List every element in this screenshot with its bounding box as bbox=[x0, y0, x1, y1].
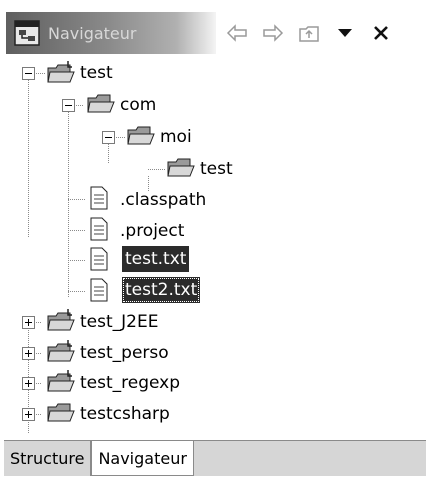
tree-connector bbox=[148, 169, 166, 170]
navigator-view: Navigateur test com moi test .classpath … bbox=[0, 0, 430, 477]
forward-button[interactable] bbox=[258, 18, 288, 48]
tree-connector bbox=[68, 199, 86, 200]
tree-item-test-txt[interactable]: test.txt bbox=[122, 246, 190, 272]
project-folder-icon bbox=[46, 308, 76, 339]
file-icon bbox=[90, 217, 108, 246]
tab-navigateur[interactable]: Navigateur bbox=[91, 441, 194, 476]
tree-connector bbox=[68, 112, 69, 298]
tree-connector bbox=[28, 80, 29, 238]
view-tab[interactable]: Navigateur bbox=[6, 12, 176, 54]
tree-connector bbox=[114, 137, 126, 138]
back-icon bbox=[226, 24, 248, 42]
expand-toggle[interactable] bbox=[22, 408, 35, 421]
tree-item-classpath[interactable]: .classpath bbox=[118, 187, 208, 213]
folder-icon bbox=[86, 92, 116, 121]
collapse-toggle[interactable] bbox=[62, 99, 75, 112]
tree-item-test2-txt[interactable]: test2.txt bbox=[122, 277, 201, 303]
tree-connector bbox=[68, 291, 86, 292]
file-icon bbox=[90, 278, 108, 307]
tree-connector bbox=[68, 260, 86, 261]
up-icon bbox=[298, 23, 320, 43]
tree-item-moi[interactable]: moi bbox=[158, 124, 194, 150]
tree-item-test-j2ee[interactable]: test_J2EE bbox=[78, 309, 160, 335]
project-tree: test com moi test .classpath .project te… bbox=[0, 60, 430, 438]
tree-connector bbox=[108, 144, 109, 164]
tree-item-com[interactable]: com bbox=[118, 92, 158, 118]
tree-item-test[interactable]: test bbox=[78, 60, 115, 86]
collapse-toggle[interactable] bbox=[22, 67, 35, 80]
expand-toggle[interactable] bbox=[22, 347, 35, 360]
project-folder-icon bbox=[46, 60, 76, 91]
tree-item-project[interactable]: .project bbox=[118, 218, 186, 244]
folder-icon bbox=[126, 124, 156, 153]
project-folder-icon bbox=[46, 369, 76, 400]
tree-item-test-perso[interactable]: test_perso bbox=[78, 340, 171, 366]
view-title: Navigateur bbox=[48, 23, 137, 43]
view-menu-button[interactable] bbox=[330, 18, 360, 48]
title-fade bbox=[176, 12, 216, 54]
tree-item-test-regexp[interactable]: test_regexp bbox=[78, 370, 182, 396]
folder-icon bbox=[166, 156, 196, 185]
forward-icon bbox=[262, 24, 284, 42]
back-button[interactable] bbox=[222, 18, 252, 48]
bottom-tab-bar: Structure Navigateur bbox=[4, 440, 426, 476]
folder-icon bbox=[46, 401, 76, 430]
view-title-bar: Navigateur bbox=[6, 12, 424, 54]
expand-toggle[interactable] bbox=[22, 316, 35, 329]
tree-item-testcsharp[interactable]: testcsharp bbox=[78, 401, 172, 427]
expand-toggle[interactable] bbox=[22, 377, 35, 390]
file-icon bbox=[90, 247, 108, 276]
up-button[interactable] bbox=[294, 18, 324, 48]
collapse-toggle[interactable] bbox=[102, 131, 115, 144]
tree-connector bbox=[68, 230, 86, 231]
tree-item-test-inner[interactable]: test bbox=[198, 156, 235, 182]
close-button[interactable] bbox=[366, 18, 396, 48]
file-icon bbox=[90, 186, 108, 215]
project-folder-icon bbox=[46, 339, 76, 370]
menu-dropdown-icon bbox=[337, 27, 353, 39]
close-icon bbox=[373, 25, 389, 41]
tab-structure[interactable]: Structure bbox=[4, 441, 92, 476]
navigator-view-icon bbox=[14, 20, 40, 46]
